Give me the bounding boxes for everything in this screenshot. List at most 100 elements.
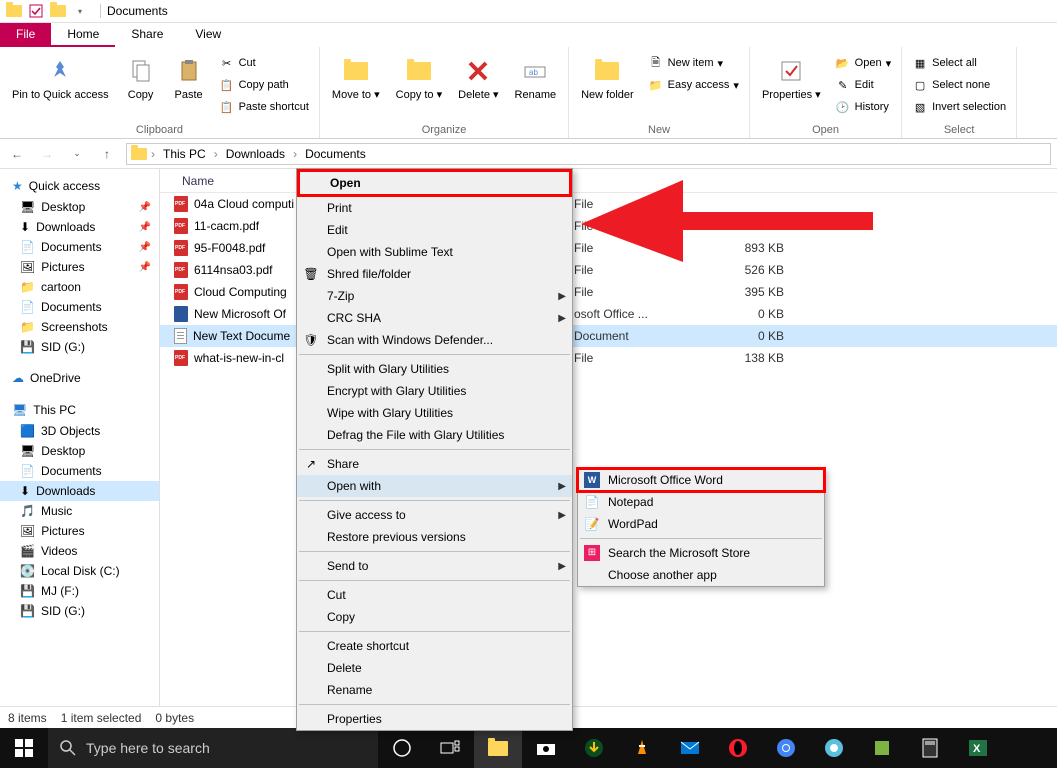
copy-button[interactable]: Copy [119,51,163,122]
sidebar-item[interactable]: 💾SID (G:) [0,601,159,621]
sidebar-item[interactable]: 🖥Desktop📌 [0,197,159,217]
recent-dropdown[interactable]: ⌄ [66,143,88,165]
camera-icon[interactable] [522,728,570,768]
crumb-this-pc[interactable]: This PC [159,147,210,161]
tab-home[interactable]: Home [51,23,115,47]
sidebar-item[interactable]: ⬇Downloads [0,481,159,501]
menu-item[interactable]: 7-Zip▶ [297,285,572,307]
forward-button[interactable]: → [36,143,58,165]
onedrive-header[interactable]: ☁OneDrive [0,367,159,389]
menu-item[interactable]: Give access to▶ [297,504,572,526]
menu-item[interactable]: Properties [297,708,572,730]
menu-item[interactable]: Split with Glary Utilities [297,358,572,380]
sidebar-item[interactable]: 💾SID (G:) [0,337,159,357]
submenu-item[interactable]: ⊞Search the Microsoft Store [578,542,824,564]
select-none-button[interactable]: ▢Select none [908,75,1010,95]
idm-icon[interactable] [570,728,618,768]
menu-item[interactable]: Delete [297,657,572,679]
sidebar-item[interactable]: 🎵Music [0,501,159,521]
sidebar-item[interactable]: 🖼Pictures📌 [0,257,159,277]
delete-button[interactable]: Delete ▾ [452,51,504,122]
chrome-icon[interactable] [762,728,810,768]
file-row[interactable]: Cloud ComputingFile395 KB [160,281,1057,303]
tab-share[interactable]: Share [115,23,179,47]
sidebar-item[interactable]: 📄Documents📌 [0,237,159,257]
mail-icon[interactable] [666,728,714,768]
sidebar-item[interactable]: 🖼Pictures [0,521,159,541]
up-button[interactable]: ↑ [96,143,118,165]
sidebar-item[interactable]: 📁Screenshots [0,317,159,337]
this-pc-header[interactable]: 🖥This PC [0,399,159,421]
properties-button[interactable]: Properties ▾ [756,51,827,122]
properties-qat-icon[interactable] [28,3,44,19]
paste-shortcut-button[interactable]: 📋Paste shortcut [215,97,313,117]
submenu-item[interactable]: 📄Notepad [578,491,824,513]
pin-quick-access-button[interactable]: Pin to Quick access [6,51,115,122]
menu-item[interactable]: Restore previous versions [297,526,572,548]
menu-item[interactable]: Cut [297,584,572,606]
qat-dropdown-icon[interactable] [50,3,66,19]
sidebar-item[interactable]: ⬇Downloads📌 [0,217,159,237]
excel-icon[interactable]: X [954,728,1002,768]
cortana-icon[interactable] [378,728,426,768]
sidebar-item[interactable]: 📁cartoon [0,277,159,297]
menu-item[interactable]: Edit [297,219,572,241]
navigation-pane[interactable]: ★Quick access 🖥Desktop📌⬇Downloads📌📄Docum… [0,169,160,706]
menu-item[interactable]: ↗Share [297,453,572,475]
cut-button[interactable]: ✂Cut [215,53,313,73]
submenu-item[interactable]: WMicrosoft Office Word [578,469,824,491]
paste-button[interactable]: Paste [167,51,211,122]
move-to-button[interactable]: Move to ▾ [326,51,386,122]
quick-access-header[interactable]: ★Quick access [0,175,159,197]
start-button[interactable] [0,728,48,768]
file-row[interactable]: New Text DocumeDocument0 KB [160,325,1057,347]
context-menu[interactable]: OpenPrintEditOpen with Sublime Text🗑Shre… [296,168,573,731]
menu-item[interactable]: CRC SHA▶ [297,307,572,329]
new-item-button[interactable]: 🗎New item ▾ [644,53,743,73]
open-with-submenu[interactable]: WMicrosoft Office Word📄Notepad📝WordPad ⊞S… [577,468,825,587]
menu-item[interactable]: Rename [297,679,572,701]
chromium-icon[interactable] [810,728,858,768]
copy-path-button[interactable]: 📋Copy path [215,75,313,95]
sidebar-item[interactable]: 💾MJ (F:) [0,581,159,601]
calculator-icon[interactable] [906,728,954,768]
sidebar-item[interactable]: 🖥Desktop [0,441,159,461]
crumb-downloads[interactable]: Downloads [222,147,289,161]
menu-item[interactable]: Open [297,169,572,197]
history-button[interactable]: 🕑History [831,97,895,117]
menu-item[interactable]: Open with Sublime Text [297,241,572,263]
edit-button[interactable]: ✎Edit [831,75,895,95]
tab-file[interactable]: File [0,23,51,47]
invert-selection-button[interactable]: ▧Invert selection [908,97,1010,117]
back-button[interactable]: ← [6,143,28,165]
sidebar-item[interactable]: 🟦3D Objects [0,421,159,441]
menu-item[interactable]: Print [297,197,572,219]
sidebar-item[interactable]: 📄Documents [0,461,159,481]
menu-item[interactable]: Open with▶ [297,475,572,497]
sidebar-item[interactable]: 📄Documents [0,297,159,317]
opera-icon[interactable] [714,728,762,768]
sidebar-item[interactable]: 🎬Videos [0,541,159,561]
vlc-icon[interactable] [618,728,666,768]
menu-item[interactable]: Copy [297,606,572,628]
menu-item[interactable]: Wipe with Glary Utilities [297,402,572,424]
tab-view[interactable]: View [179,23,237,47]
menu-item[interactable]: Encrypt with Glary Utilities [297,380,572,402]
task-view-icon[interactable] [426,728,474,768]
rename-button[interactable]: ab Rename [509,51,563,122]
taskbar-search[interactable]: Type here to search [48,728,378,768]
menu-item[interactable]: Send to▶ [297,555,572,577]
file-row[interactable]: New Microsoft Ofosoft Office ...0 KB [160,303,1057,325]
copy-to-button[interactable]: Copy to ▾ [390,51,449,122]
file-row[interactable]: what-is-new-in-clFile138 KB [160,347,1057,369]
select-all-button[interactable]: ▦Select all [908,53,1010,73]
new-folder-button[interactable]: New folder [575,51,640,122]
menu-item[interactable]: 🗑Shred file/folder [297,263,572,285]
menu-item[interactable]: 🛡Scan with Windows Defender... [297,329,572,351]
explorer-taskbar-icon[interactable] [474,728,522,768]
notes-icon[interactable] [858,728,906,768]
submenu-item[interactable]: 📝WordPad [578,513,824,535]
sidebar-item[interactable]: 💽Local Disk (C:) [0,561,159,581]
open-button[interactable]: 📂Open ▾ [831,53,895,73]
submenu-item[interactable]: Choose another app [578,564,824,586]
